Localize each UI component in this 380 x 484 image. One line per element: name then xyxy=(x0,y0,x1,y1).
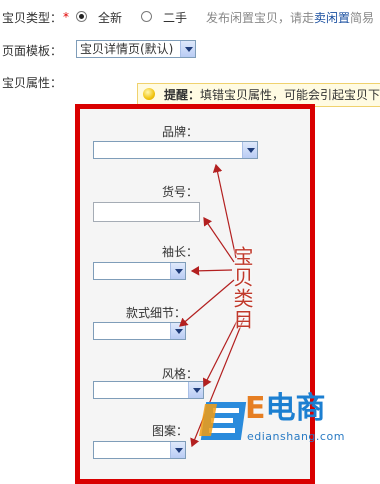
logo-url: edianshang.com xyxy=(247,430,345,443)
arrow-to-style-detail xyxy=(179,279,235,327)
arrow-to-sleeve xyxy=(190,266,233,276)
edianshang-watermark: E电商 edianshang.com xyxy=(197,392,377,451)
logo-brand-text: 电商 xyxy=(265,391,326,426)
arrow-to-brand xyxy=(212,163,237,259)
edianshang-logo-icon xyxy=(199,402,247,440)
logo-letter: E xyxy=(245,391,266,426)
annotation-arrows xyxy=(179,163,245,448)
annotation-label: 宝贝类目 xyxy=(230,246,254,330)
